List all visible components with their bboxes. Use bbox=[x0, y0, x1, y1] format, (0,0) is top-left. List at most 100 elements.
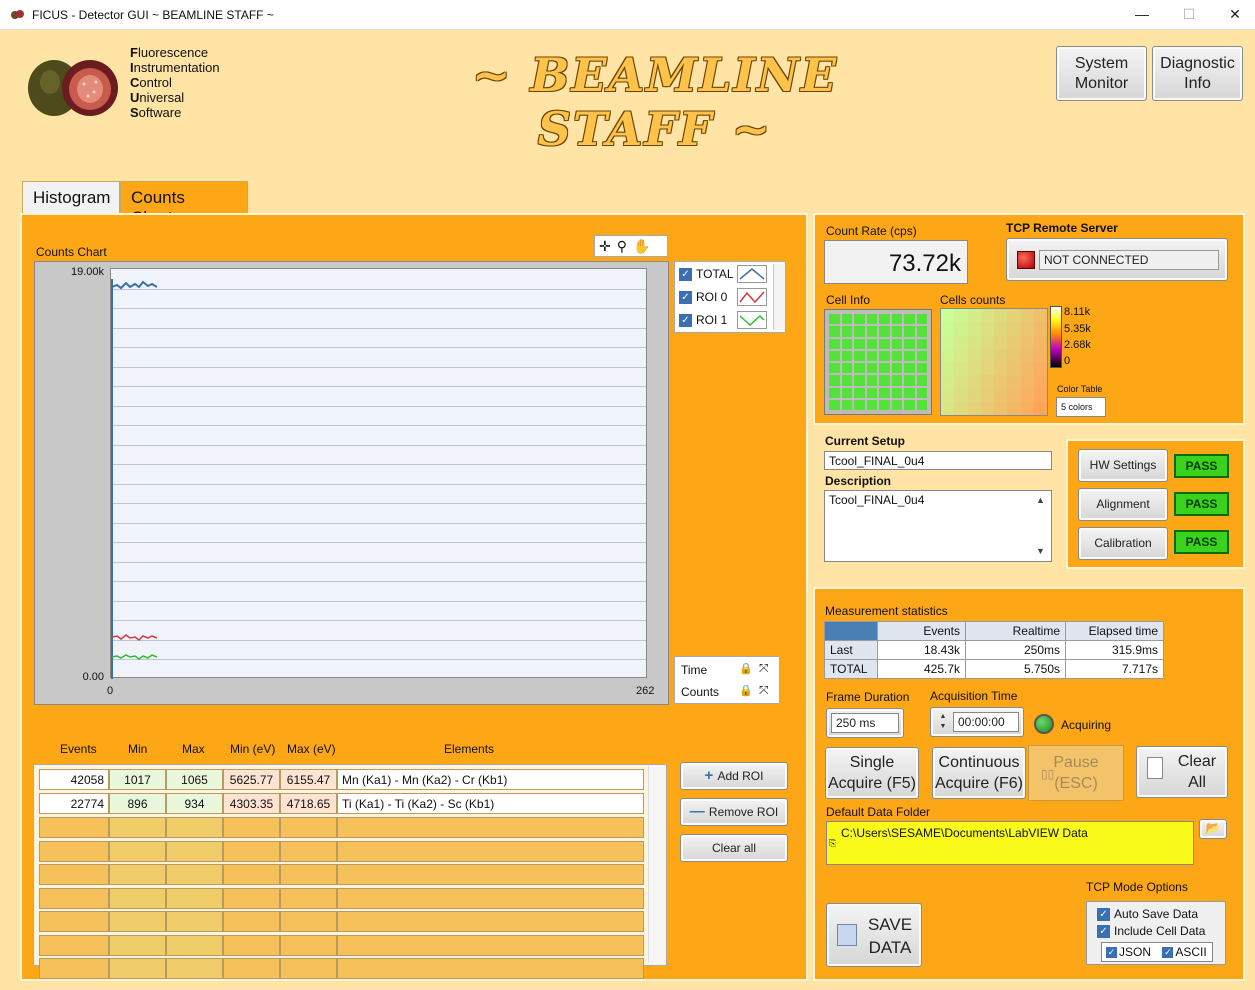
roi-empty-cell[interactable] bbox=[280, 864, 337, 885]
pan-hand-icon[interactable]: ✋ bbox=[633, 238, 656, 254]
roi-empty-cell[interactable] bbox=[39, 864, 109, 885]
cell-status[interactable] bbox=[879, 314, 890, 325]
roi-empty-cell[interactable] bbox=[109, 958, 166, 979]
acquisition-time-field[interactable]: 00:00:00 bbox=[953, 712, 1019, 732]
roi-cell-max[interactable]: 1065 bbox=[166, 769, 223, 790]
cell-status[interactable] bbox=[829, 338, 840, 349]
roi-empty-cell[interactable] bbox=[166, 864, 223, 885]
cell-status[interactable] bbox=[866, 375, 877, 386]
cell-status[interactable] bbox=[904, 338, 915, 349]
cell-status[interactable] bbox=[904, 326, 915, 337]
continuous-acquire-button[interactable]: Continuous Acquire (F6) bbox=[932, 747, 1026, 799]
roi-empty-cell[interactable] bbox=[337, 887, 644, 909]
cell-status[interactable] bbox=[854, 399, 865, 410]
counts-chart-plot[interactable] bbox=[110, 268, 647, 679]
save-data-button[interactable]: SAVE DATA bbox=[826, 903, 922, 967]
include-cell-data-checkbox[interactable]: ✓ Include Cell Data bbox=[1097, 924, 1205, 939]
cell-status[interactable] bbox=[904, 387, 915, 398]
lock-icon[interactable]: 🔒 bbox=[739, 662, 753, 675]
roi-empty-cell[interactable] bbox=[109, 934, 166, 956]
cell-status[interactable] bbox=[891, 338, 902, 349]
color-table-select[interactable]: 5 colors bbox=[1056, 397, 1106, 417]
tab-counts-charts[interactable]: Counts Charts bbox=[120, 181, 248, 227]
roi-empty-cell[interactable] bbox=[337, 911, 644, 932]
alignment-button[interactable]: Alignment bbox=[1078, 488, 1168, 521]
roi-empty-cell[interactable] bbox=[166, 911, 223, 932]
cell-status[interactable] bbox=[916, 326, 927, 337]
system-monitor-button[interactable]: System Monitor bbox=[1056, 46, 1147, 101]
cell-status[interactable] bbox=[879, 375, 890, 386]
cell-status[interactable] bbox=[891, 399, 902, 410]
roi-empty-cell[interactable] bbox=[166, 817, 223, 838]
roi-empty-cell[interactable] bbox=[280, 817, 337, 838]
roi-cell-max-ev[interactable]: 4718.65 bbox=[280, 793, 337, 814]
roi-empty-cell[interactable] bbox=[280, 887, 337, 909]
cell-status[interactable] bbox=[879, 350, 890, 361]
cell-status[interactable] bbox=[916, 399, 927, 410]
cell-status[interactable] bbox=[841, 326, 852, 337]
cell-status[interactable] bbox=[916, 350, 927, 361]
roi-empty-cell[interactable] bbox=[39, 934, 109, 956]
roi-empty-cell[interactable] bbox=[39, 817, 109, 838]
cell-status[interactable] bbox=[891, 326, 902, 337]
roi-empty-cell[interactable] bbox=[337, 958, 644, 979]
roi-cell-elements[interactable]: Mn (Ka1) - Mn (Ka2) - Cr (Kb1) bbox=[337, 769, 644, 790]
frame-duration-control[interactable]: 250 ms bbox=[826, 708, 904, 738]
roi-table-scrollbar[interactable] bbox=[648, 766, 664, 963]
roi-empty-cell[interactable] bbox=[280, 911, 337, 932]
cell-status[interactable] bbox=[841, 314, 852, 325]
graph-palette[interactable]: ✛⚲✋ bbox=[594, 235, 668, 257]
cell-status[interactable] bbox=[891, 363, 902, 374]
clear-all-button[interactable]: Clear All bbox=[1136, 746, 1228, 798]
roi-cell-min-ev[interactable]: 5625.77 bbox=[223, 769, 280, 790]
cell-status[interactable] bbox=[866, 350, 877, 361]
tab-histogram[interactable]: Histogram bbox=[22, 181, 120, 213]
cell-status[interactable] bbox=[891, 375, 902, 386]
frame-duration-field[interactable]: 250 ms bbox=[831, 713, 899, 733]
minimize-button[interactable]: — bbox=[1128, 4, 1156, 24]
cell-status[interactable] bbox=[829, 399, 840, 410]
ascii-checkbox[interactable]: ✓ ASCII bbox=[1162, 945, 1207, 959]
roi-empty-cell[interactable] bbox=[337, 817, 644, 838]
cell-status[interactable] bbox=[841, 363, 852, 374]
cell-status[interactable] bbox=[904, 399, 915, 410]
roi-empty-cell[interactable] bbox=[337, 864, 644, 885]
browse-folder-icon[interactable]: 📂 bbox=[1199, 819, 1227, 839]
clear-all-rois-button[interactable]: Clear all bbox=[680, 834, 788, 862]
roi-empty-cell[interactable] bbox=[166, 887, 223, 909]
roi-empty-cell[interactable] bbox=[109, 864, 166, 885]
cell-status[interactable] bbox=[854, 387, 865, 398]
legend-item-roi0[interactable]: ✓ ROI 0 bbox=[679, 290, 727, 305]
cell-status[interactable] bbox=[854, 326, 865, 337]
cell-status[interactable] bbox=[829, 326, 840, 337]
cell-status[interactable] bbox=[866, 338, 877, 349]
cells-counts-heatmap[interactable] bbox=[940, 308, 1048, 416]
single-acquire-button[interactable]: Single Acquire (F5) bbox=[825, 747, 919, 799]
cell-info-grid[interactable] bbox=[824, 309, 932, 415]
cell-status[interactable] bbox=[854, 314, 865, 325]
cell-status[interactable] bbox=[866, 314, 877, 325]
chart-legend[interactable]: ✓ TOTAL ✓ ROI 0 ✓ ROI 1 bbox=[674, 261, 786, 333]
current-setup-field[interactable]: Tcool_FINAL_0u4 bbox=[824, 451, 1052, 470]
legend-item-total[interactable]: ✓ TOTAL bbox=[679, 267, 734, 282]
cell-status[interactable] bbox=[891, 387, 902, 398]
roi-empty-cell[interactable] bbox=[280, 840, 337, 862]
description-textarea[interactable]: Tcool_FINAL_0u4 bbox=[824, 490, 1052, 562]
roi-cell-elements[interactable]: Ti (Ka1) - Ti (Ka2) - Sc (Kb1) bbox=[337, 793, 644, 814]
roi-empty-cell[interactable] bbox=[166, 840, 223, 862]
cell-status[interactable] bbox=[854, 338, 865, 349]
diagnostic-info-button[interactable]: Diagnostic Info bbox=[1152, 46, 1243, 101]
pause-button[interactable]: ▯▯ Pause (ESC) bbox=[1028, 745, 1124, 801]
roi-cell-events[interactable]: 42058 bbox=[39, 769, 109, 790]
roi-empty-cell[interactable] bbox=[109, 840, 166, 862]
roi-empty-cell[interactable] bbox=[223, 958, 280, 979]
cell-status[interactable] bbox=[879, 387, 890, 398]
roi-empty-cell[interactable] bbox=[39, 840, 109, 862]
roi-empty-cell[interactable] bbox=[109, 911, 166, 932]
cell-status[interactable] bbox=[829, 387, 840, 398]
roi-empty-cell[interactable] bbox=[223, 887, 280, 909]
cell-status[interactable] bbox=[891, 314, 902, 325]
tcp-server-status[interactable]: NOT CONNECTED bbox=[1006, 238, 1228, 281]
json-checkbox[interactable]: ✓ JSON bbox=[1106, 945, 1151, 959]
cell-status[interactable] bbox=[841, 399, 852, 410]
